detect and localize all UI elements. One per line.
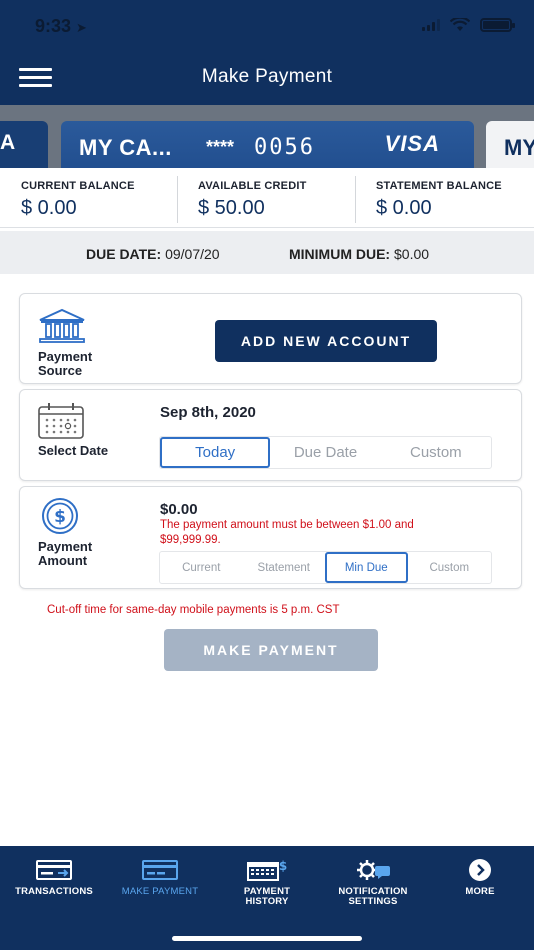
calendar-icon [38, 403, 84, 439]
amount-option-statement[interactable]: Statement [243, 552, 326, 583]
calendar-dollar-icon: $ [247, 859, 287, 881]
amount-option-custom[interactable]: Custom [408, 552, 491, 583]
bottom-tab-bar: TRANSACTIONS MAKE PAYMENT $ PAYMENT HIST… [0, 846, 534, 950]
available-credit-value: $ 50.00 [198, 197, 265, 219]
current-balance-value: $ 0.00 [21, 197, 77, 219]
tab-transactions[interactable]: TRANSACTIONS [0, 858, 109, 897]
minimum-due-value: $0.00 [394, 246, 430, 262]
minimum-due: MINIMUM DUE: $0.00 [289, 246, 429, 262]
current-balance: CURRENT BALANCE $ 0.00 [0, 168, 177, 227]
card-number-mask: **** [206, 137, 235, 157]
payment-amount-label-line2: Amount [38, 553, 88, 568]
card-name: MY CA... [79, 135, 172, 160]
card-next-label: MY [504, 135, 534, 160]
cellular-signal-icon [422, 19, 440, 31]
payment-amount-label: Payment Amount [38, 540, 92, 568]
selected-date-value: Sep 8th, 2020 [160, 404, 256, 421]
top-navigation-bar: 9:33 ➤ Make Payment [0, 0, 534, 105]
payment-amount-panel: $ Payment Amount $0.00 The payment amoun… [19, 486, 522, 589]
svg-text:$: $ [279, 859, 287, 873]
due-date: DUE DATE: 09/07/20 [86, 246, 220, 262]
amount-option-current[interactable]: Current [160, 552, 243, 583]
card-next[interactable]: MY [486, 121, 534, 168]
card-last-four: 0056 [254, 135, 315, 160]
amount-option-min-due[interactable]: Min Due [325, 552, 408, 583]
date-option-due-date[interactable]: Due Date [270, 437, 380, 468]
card-previous-label: A [0, 131, 16, 154]
home-indicator[interactable] [172, 936, 362, 941]
tab-notification-settings-label-line2: SETTINGS [348, 896, 398, 907]
status-icons [422, 18, 515, 32]
select-date-panel: Select Date Sep 8th, 2020 Today Due Date… [19, 389, 522, 481]
due-info: DUE DATE: 09/07/20 MINIMUM DUE: $0.00 [0, 231, 534, 274]
payment-source-label-line2: Source [38, 363, 83, 378]
tab-more[interactable]: MORE [425, 858, 534, 897]
statement-balance-label: STATEMENT BALANCE [376, 180, 502, 192]
visa-logo: VISA [384, 131, 440, 156]
bank-icon [39, 308, 85, 343]
available-credit: AVAILABLE CREDIT $ 50.00 [177, 168, 355, 227]
payment-amount-label-line1: Payment [38, 539, 93, 554]
due-date-value: 09/07/20 [165, 246, 220, 262]
statement-balance-value: $ 0.00 [376, 197, 432, 219]
select-date-label: Select Date [38, 443, 109, 458]
gear-chat-icon [357, 860, 390, 880]
tab-notification-settings[interactable]: NOTIFICATION SETTINGS [318, 858, 428, 907]
tab-transactions-label: TRANSACTIONS [15, 886, 93, 897]
date-option-custom[interactable]: Custom [381, 437, 491, 468]
payment-source-label: Payment Source [38, 350, 92, 378]
card-payment-icon [142, 860, 178, 880]
svg-text:$: $ [54, 507, 66, 527]
date-option-today[interactable]: Today [160, 437, 271, 468]
page-title: Make Payment [201, 66, 333, 87]
card-carousel[interactable]: A MY CA... **** 0056 VISA MY [0, 105, 534, 168]
tab-make-payment[interactable]: MAKE PAYMENT [105, 858, 215, 897]
current-balance-label: CURRENT BALANCE [21, 180, 135, 192]
payment-source-panel: Payment Source ADD NEW ACCOUNT [19, 293, 522, 384]
cutoff-notice: Cut-off time for same-day mobile payment… [47, 604, 340, 616]
chevron-circle-icon [469, 859, 491, 881]
due-date-label: DUE DATE: [86, 246, 162, 262]
card-previous[interactable]: A [0, 121, 48, 168]
transactions-icon [36, 860, 72, 880]
payment-amount-error: The payment amount must be between $1.00… [160, 519, 414, 546]
location-icon: ➤ [76, 20, 87, 35]
payment-source-label-line1: Payment [38, 349, 93, 364]
add-new-account-button[interactable]: ADD NEW ACCOUNT [215, 320, 437, 362]
minimum-due-label: MINIMUM DUE: [289, 246, 391, 262]
tab-payment-history-label-line2: HISTORY [245, 896, 289, 907]
balance-summary: CURRENT BALANCE $ 0.00 AVAILABLE CREDIT … [0, 168, 534, 228]
tab-more-label: MORE [465, 886, 495, 897]
date-option-segment: Today Due Date Custom [159, 436, 492, 469]
dollar-circle-icon: $ [42, 498, 78, 534]
available-credit-label: AVAILABLE CREDIT [198, 180, 307, 192]
battery-icon [480, 18, 515, 32]
tab-payment-history[interactable]: $ PAYMENT HISTORY [212, 858, 322, 907]
payment-amount-value: $0.00 [160, 501, 198, 518]
statement-balance: STATEMENT BALANCE $ 0.00 [355, 168, 534, 227]
amount-option-segment: Current Statement Min Due Custom [159, 551, 492, 584]
card-selected[interactable]: MY CA... **** 0056 VISA [61, 121, 474, 168]
make-payment-button[interactable]: MAKE PAYMENT [164, 629, 378, 671]
tab-make-payment-label: MAKE PAYMENT [121, 886, 199, 897]
status-time: 9:33 ➤ [35, 16, 87, 37]
wifi-icon [450, 18, 470, 31]
status-time-text: 9:33 [35, 16, 72, 36]
